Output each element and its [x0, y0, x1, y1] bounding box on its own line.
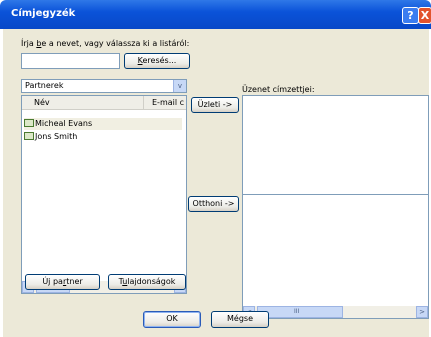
close-button[interactable]: X [418, 7, 431, 24]
recipients-label: Üzenet címzettjei: [242, 85, 315, 94]
contact-row[interactable]: Micheal Evans [24, 118, 182, 130]
ok-button[interactable]: OK [143, 311, 201, 328]
scroll-thumb[interactable]: III [257, 306, 343, 318]
search-input[interactable] [21, 53, 120, 69]
dialog-window: Címjegyzék ? X Írja be a nevet, vagy vál… [0, 0, 431, 337]
window-title: Címjegyzék [11, 8, 76, 19]
home-add-button[interactable]: Otthoni -> [188, 196, 239, 212]
contact-icon [24, 132, 34, 140]
contact-row[interactable]: Jons Smith [24, 131, 77, 143]
instruction-label: Írja be a nevet, vagy válassza ki a list… [21, 39, 190, 48]
dialog-client: Írja be a nevet, vagy válassza ki a list… [3, 29, 429, 337]
scroll-right-button[interactable]: > [416, 306, 428, 318]
home-recipients-list[interactable]: < III > [242, 194, 429, 319]
title-bar[interactable]: Címjegyzék ? X [0, 0, 431, 29]
help-button[interactable]: ? [402, 7, 419, 24]
cancel-button[interactable]: Mégse [211, 311, 269, 328]
properties-button[interactable]: Tulajdonságok [108, 274, 186, 290]
home-hscrollbar[interactable]: < III > [243, 306, 428, 318]
business-add-button[interactable]: Üzleti -> [191, 97, 239, 113]
column-header-name[interactable]: Név [22, 96, 143, 110]
search-button[interactable]: Keresés... [124, 53, 190, 69]
contact-icon [24, 119, 34, 127]
new-contact-button[interactable]: Új partner [25, 274, 100, 290]
chevron-down-icon[interactable]: v [173, 80, 186, 92]
contacts-list[interactable]: Név E-mail c Micheal Evans Jons Smith < … [21, 95, 187, 294]
addressbook-selected: Partnerek [25, 81, 64, 90]
column-header-email[interactable]: E-mail c [143, 96, 186, 110]
addressbook-select[interactable]: Partnerek v [21, 79, 187, 93]
